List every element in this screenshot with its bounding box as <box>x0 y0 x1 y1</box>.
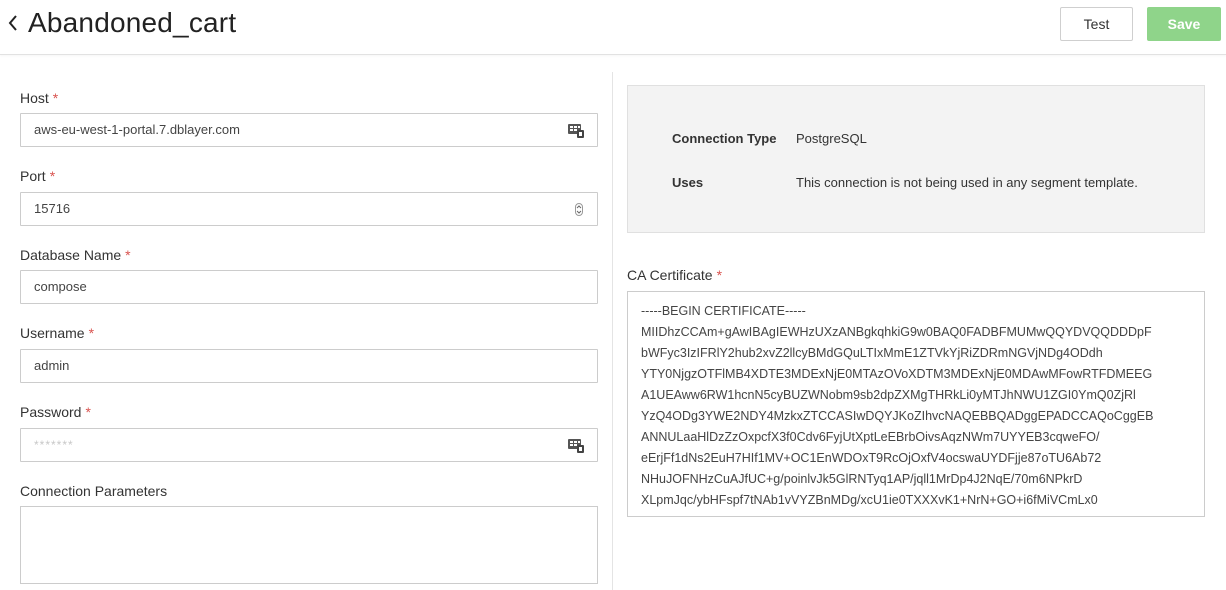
connection-parameters-label: Connection Parameters <box>20 483 168 499</box>
credential-card-icon[interactable] <box>568 438 584 453</box>
connection-parameters-textarea[interactable] <box>20 506 598 584</box>
database-name-input[interactable]: compose <box>20 270 598 304</box>
username-input[interactable]: admin <box>20 349 598 383</box>
password-label: Password * <box>20 404 91 420</box>
connection-type-value: PostgreSQL <box>796 131 867 146</box>
credential-card-icon[interactable] <box>568 123 584 138</box>
username-value: admin <box>34 358 70 373</box>
certificate-line: bWFyc3IzIFRlY2hub2xvZ2llcyBMdGQuLTIxMmE1… <box>641 346 1103 360</box>
database-name-value: compose <box>34 279 87 294</box>
username-label: Username * <box>20 325 95 341</box>
host-value: aws-eu-west-1-portal.7.dblayer.com <box>34 122 240 137</box>
connection-info-panel: Connection Type PostgreSQL Uses This con… <box>627 85 1205 233</box>
certificate-line: eErjFf1dNs2EuH7HIf1MV+OC1EnWDOxT9RcOjOxf… <box>641 451 1102 465</box>
required-marker: * <box>716 267 723 283</box>
host-input[interactable]: aws-eu-west-1-portal.7.dblayer.com <box>20 113 598 147</box>
certificate-line: YTY0NjgzOTFlMB4XDTE3MDExNjE0MTAzOVoXDTM3… <box>641 367 1153 381</box>
page-title: Abandoned_cart <box>28 7 237 38</box>
column-divider <box>612 72 613 590</box>
database-name-label: Database Name * <box>20 247 131 263</box>
ca-certificate-label: CA Certificate * <box>627 267 723 283</box>
required-marker: * <box>85 404 91 420</box>
required-marker: * <box>52 90 59 106</box>
certificate-line: -----BEGIN CERTIFICATE----- <box>641 304 806 318</box>
uses-value: This connection is not being used in any… <box>796 175 1138 190</box>
certificate-line: YzQ4ODg3YWE2NDY4MzkxZTCCASIwDQYJKoZIhvcN… <box>641 409 1154 423</box>
uses-label: Uses <box>672 175 704 190</box>
certificate-line: A1UEAww6RW1hcnN5cyBUZWNobm9sb2dpZXMgTHRk… <box>641 388 1136 402</box>
port-input[interactable]: 15716 <box>20 192 598 226</box>
ca-certificate-textarea[interactable]: -----BEGIN CERTIFICATE----- MIIDhzCCAm+g… <box>627 291 1205 517</box>
certificate-line: NHuJOFNHzCuAJfUC+g/poinlvJk5GlRNTyq1AP/j… <box>641 472 1083 486</box>
required-marker: * <box>49 168 56 184</box>
certificate-line: MIIDhzCCAm+gAwIBAgIEWHzUXzANBgkqhkiG9w0B… <box>641 325 1152 339</box>
connection-type-label: Connection Type <box>672 131 777 146</box>
test-button[interactable]: Test <box>1060 7 1133 41</box>
certificate-line: ANNULaaHlDzZzOxpcfX3f0Cdv6FyjUtXptLeEBrb… <box>641 430 1100 444</box>
required-marker: * <box>88 325 95 341</box>
port-value: 15716 <box>34 201 71 216</box>
required-marker: * <box>125 247 131 263</box>
stepper-icon[interactable] <box>575 203 583 216</box>
host-label: Host * <box>20 90 59 106</box>
save-button[interactable]: Save <box>1147 7 1221 41</box>
chevron-left-icon[interactable] <box>4 11 22 35</box>
page-header: Abandoned_cart Test Save <box>0 0 1226 55</box>
port-label: Port * <box>20 168 56 184</box>
password-input[interactable]: ******* <box>20 428 598 462</box>
certificate-line: XLpmJqc/ybHFspf7tNAb1vVYZBnMDg/xcU1ie0TX… <box>641 493 1098 507</box>
password-placeholder: ******* <box>34 438 74 452</box>
